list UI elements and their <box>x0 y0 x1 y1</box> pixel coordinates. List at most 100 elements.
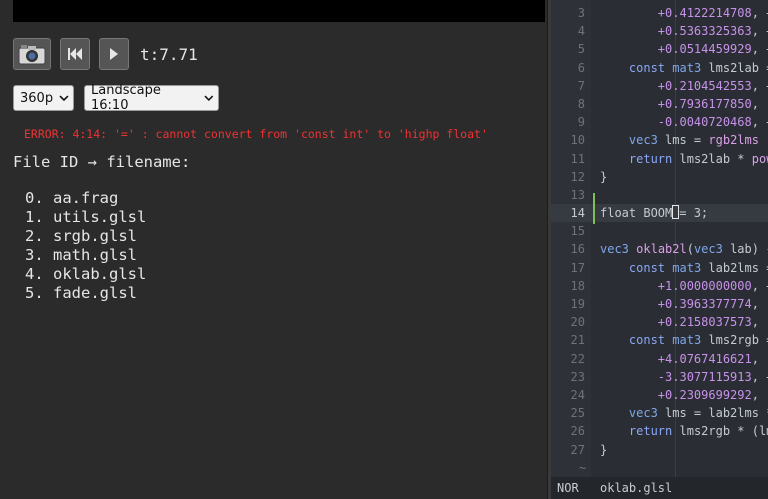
line-number: 7 <box>577 78 585 93</box>
code-line[interactable]: 27} <box>551 441 768 459</box>
line-number: 19 <box>570 297 585 311</box>
code-line[interactable]: 7 +0.2104542553, + <box>551 77 768 95</box>
code-line[interactable]: 22 +4.0767416621, - <box>551 350 768 368</box>
line-number: 16 <box>570 242 585 257</box>
code-line[interactable]: 8 +0.7936177850, - <box>551 95 768 113</box>
code-area[interactable]: 3 +0.4122214708, +4 +0.5363325363, +5 +0… <box>551 4 768 477</box>
line-text: const mat3 lab2lms = <box>628 260 768 275</box>
resolution-select-value: 360p <box>20 90 54 106</box>
files-heading: File ID → filename: <box>13 153 191 171</box>
resolution-select[interactable]: 360p <box>13 85 74 111</box>
code-line[interactable]: 5 +0.0514459929, + <box>551 40 768 58</box>
line-text: vec3 lms = lab2lms * <box>628 406 768 421</box>
line-number: 26 <box>570 424 585 439</box>
time-readout: t:7.71 <box>140 44 198 64</box>
playback-controls: t:7.71 <box>13 38 198 70</box>
code-line[interactable]: 25 vec3 lms = lab2lms * <box>551 404 768 422</box>
status-filename: oklab.glsl <box>600 481 673 495</box>
empty-line: ~ <box>551 459 768 477</box>
line-text: vec3 oklab2l(vec3 lab) { <box>600 242 768 257</box>
code-line[interactable]: 13 <box>551 186 768 204</box>
line-number: 6 <box>577 60 585 75</box>
line-number: 3 <box>577 6 585 20</box>
file-item: 1. utils.glsl <box>25 208 147 226</box>
code-line[interactable]: 12} <box>551 168 768 186</box>
rewind-button[interactable] <box>60 38 90 70</box>
line-text: +1.0000000000, + <box>657 278 768 293</box>
code-line[interactable]: 26 return lms2rgb * (lm <box>551 422 768 440</box>
file-list: 0. aa.frag 1. utils.glsl 2. srgb.glsl 3.… <box>25 189 146 303</box>
file-item: 2. srgb.glsl <box>25 227 137 245</box>
line-number: 4 <box>577 24 585 39</box>
status-bar: NOR oklab.glsl <box>551 477 768 499</box>
play-button[interactable] <box>99 38 129 70</box>
line-text: -3.3077115913, + <box>657 369 768 384</box>
line-text: -0.0040720468, + <box>657 115 768 130</box>
line-text: +0.0514459929, + <box>657 42 768 57</box>
line-text: } <box>600 442 608 457</box>
line-text: const mat3 lms2lab = <box>628 60 768 75</box>
code-line[interactable]: 24 +0.2309699292, - <box>551 386 768 404</box>
code-line[interactable]: 6 const mat3 lms2lab = <box>551 59 768 77</box>
code-line[interactable]: 23 -3.3077115913, + <box>551 368 768 386</box>
camera-icon <box>18 45 46 65</box>
line-number: 9 <box>577 115 585 130</box>
line-number: 10 <box>570 133 585 148</box>
line-number: 15 <box>570 224 585 239</box>
code-line[interactable]: 18 +1.0000000000, + <box>551 277 768 295</box>
line-text: return lms2lab * pow <box>628 151 768 166</box>
line-text: +0.2104542553, + <box>657 78 768 93</box>
code-line[interactable]: 20 +0.2158037573, - <box>551 313 768 331</box>
line-number: 23 <box>570 369 585 384</box>
line-number: 22 <box>570 351 585 366</box>
code-line[interactable]: 16 vec3 oklab2l(vec3 lab) { <box>551 240 768 258</box>
chevron-down-icon <box>204 95 214 101</box>
git-change-marker <box>593 193 595 224</box>
code-line[interactable]: 21 const mat3 lms2rgb = <box>551 331 768 349</box>
code-line[interactable]: 11 return lms2lab * pow <box>551 150 768 168</box>
play-icon <box>110 48 118 60</box>
code-line[interactable]: 10 vec3 lms = rgb2lms <box>551 131 768 149</box>
line-number: 21 <box>570 333 585 348</box>
render-options: 360p Landscape 16:10 <box>13 83 229 113</box>
line-number: 27 <box>570 442 585 457</box>
line-text: return lms2rgb * (lm <box>628 424 768 439</box>
code-line[interactable]: 19 +0.3963377774, - <box>551 295 768 313</box>
line-number: 17 <box>570 260 585 275</box>
file-item: 4. oklab.glsl <box>25 265 147 283</box>
shader-canvas[interactable] <box>13 0 545 22</box>
skip-back-icon <box>68 48 82 60</box>
chevron-down-icon <box>59 94 69 101</box>
line-text: +0.7936177850, - <box>657 96 768 111</box>
code-line[interactable]: 14 float BOOM = 3; <box>551 204 768 223</box>
aspect-select-value: Landscape 16:10 <box>91 83 161 113</box>
aspect-select[interactable]: Landscape 16:10 <box>84 83 219 113</box>
line-number: 13 <box>570 187 585 202</box>
file-item: 5. fade.glsl <box>25 284 137 302</box>
code-line[interactable]: 4 +0.5363325363, + <box>551 22 768 40</box>
line-text: +0.2158037573, - <box>657 315 768 330</box>
code-line[interactable]: 9 -0.0040720468, + <box>551 113 768 131</box>
screenshot-button[interactable] <box>13 38 51 70</box>
line-number: 24 <box>570 387 585 402</box>
empty-line-marker: ~ <box>579 460 587 475</box>
line-number: 20 <box>570 315 585 330</box>
compile-error: ERROR: 4:14: '=' : cannot convert from '… <box>24 127 488 141</box>
line-number: 5 <box>577 42 585 57</box>
line-number: 25 <box>570 406 585 421</box>
code-line[interactable]: 3 +0.4122214708, + <box>551 4 768 22</box>
line-number: 14 <box>570 206 585 221</box>
line-number: 8 <box>577 96 585 111</box>
line-number: 12 <box>570 169 585 184</box>
file-item: 0. aa.frag <box>25 189 119 207</box>
line-number: 11 <box>570 151 585 166</box>
line-text: +0.2309699292, - <box>657 387 768 402</box>
code-line[interactable]: 15 <box>551 222 768 240</box>
line-text-after-cursor: = 3; <box>679 206 709 221</box>
code-editor[interactable]: 3 +0.4122214708, +4 +0.5363325363, +5 +0… <box>551 0 768 499</box>
line-text: +4.0767416621, - <box>657 351 768 366</box>
code-line[interactable]: 17 const mat3 lab2lms = <box>551 259 768 277</box>
line-text: +0.3963377774, - <box>657 297 768 311</box>
editor-mode: NOR <box>557 481 579 495</box>
line-text: const mat3 lms2rgb = <box>628 333 768 348</box>
